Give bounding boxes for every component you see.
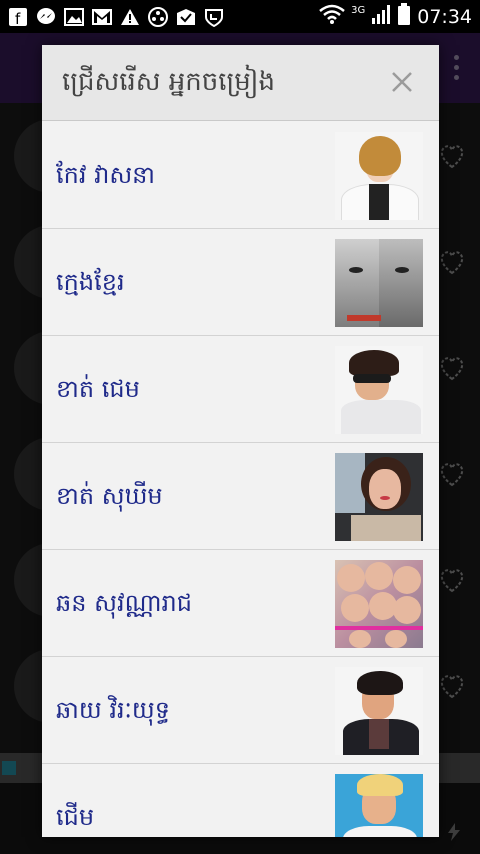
network-type-label: 3G (351, 5, 366, 16)
singer-list-item[interactable]: កែវ វាសនា (42, 122, 439, 229)
status-bar: f 3G 07:34 (0, 0, 480, 33)
singer-name: ក្មេងខ្មែរ (56, 268, 125, 296)
mail-check-icon (176, 7, 196, 27)
singer-name: ឆាយ វិរៈយុទ្ធ (56, 696, 170, 724)
singer-photo (335, 132, 423, 220)
singer-name: ឆន សុវណ្ណារាជ (56, 589, 192, 617)
singer-list-item[interactable]: ឆាយ វិរៈយុទ្ធ (42, 657, 439, 764)
vpn-icon (204, 7, 224, 27)
facebook-icon: f (8, 7, 28, 27)
svg-text:f: f (15, 10, 21, 26)
battery-icon (397, 3, 411, 30)
singer-list: កែវ វាសនា ក្មេងខ្មែរ ខាត់ ជេម ខាត់ សុឃីម (42, 122, 439, 837)
singer-name: ខាត់ ជេម (56, 375, 140, 403)
status-time: 07:34 (417, 5, 472, 28)
singer-list-item[interactable]: ខាត់ សុឃីម (42, 443, 439, 550)
singer-photo (335, 667, 423, 755)
singer-name: កែវ វាសនា (56, 161, 156, 189)
gallery-icon (64, 7, 84, 27)
warning-icon (120, 7, 140, 27)
singer-photo (335, 560, 423, 648)
singer-photo (335, 453, 423, 541)
singer-name: ជើម (56, 803, 95, 831)
singer-list-item[interactable]: ឆន សុវណ្ណារាជ (42, 550, 439, 657)
singer-list-item[interactable]: ខាត់ ជេម (42, 336, 439, 443)
singer-list-item[interactable]: ជើម (42, 764, 439, 837)
singer-name: ខាត់ សុឃីម (56, 482, 163, 510)
singer-photo (335, 346, 423, 434)
wifi-icon (319, 4, 345, 29)
messenger-icon (36, 7, 56, 27)
dialog-header: ជ្រើសរើស អ្នកចម្រៀង (42, 45, 439, 121)
app-notification-icon (148, 6, 168, 27)
singer-list-item[interactable]: ក្មេងខ្មែរ (42, 229, 439, 336)
singer-photo (335, 239, 423, 327)
signal-icon (371, 4, 391, 29)
dialog-title: ជ្រើសរើស អ្នកចម្រៀង (62, 67, 276, 97)
gmail-icon (92, 7, 112, 27)
singer-select-dialog: ជ្រើសរើស អ្នកចម្រៀង កែវ វាសនា ក្មេងខ្មែរ… (42, 45, 439, 837)
close-icon[interactable] (391, 71, 413, 93)
singer-photo (335, 774, 423, 837)
